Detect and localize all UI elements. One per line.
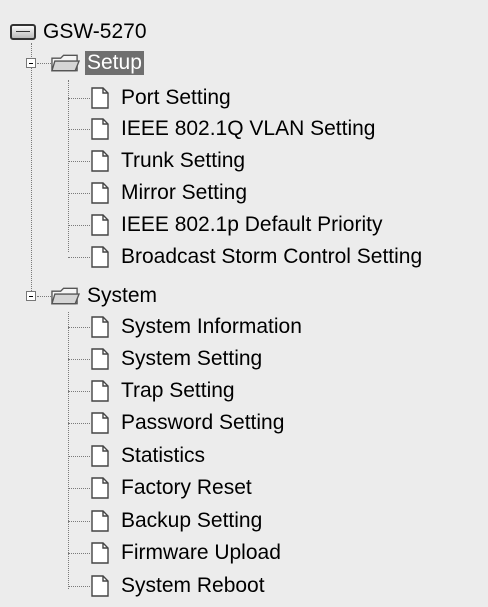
item-branch-line (68, 553, 90, 554)
tree-item-label: Password Setting (121, 411, 285, 434)
tree-item-label: Statistics (121, 444, 206, 467)
setup-children-line (68, 80, 69, 252)
tree-item-label: System Information (121, 315, 302, 338)
document-icon (91, 575, 109, 597)
tree-root-node[interactable]: GSW-5270 (10, 18, 149, 46)
item-branch-line (68, 456, 90, 457)
navigation-tree-panel: GSW-5270 Setup Port Setting IEEE 802.1Q … (0, 0, 488, 607)
item-branch-line (68, 98, 90, 99)
document-icon (91, 477, 109, 499)
tree-item-label: System Setting (121, 347, 263, 370)
tree-item-label: Firmware Upload (121, 541, 281, 564)
tree-item-broadcast-storm-control-setting[interactable]: Broadcast Storm Control Setting (91, 243, 424, 271)
document-icon (91, 380, 109, 402)
tree-item-label: Trap Setting (121, 379, 235, 402)
tree-item-backup-setting[interactable]: Backup Setting (91, 507, 264, 535)
system-collapse-minus-icon[interactable] (26, 291, 36, 301)
folder-open-icon (51, 287, 80, 305)
setup-branch-line (37, 63, 51, 64)
tree-item-trunk-setting[interactable]: Trunk Setting (91, 147, 247, 175)
document-icon (91, 118, 109, 140)
tree-group-label: Setup (85, 51, 144, 75)
tree-item-label: System Reboot (121, 574, 265, 597)
tree-item-label: IEEE 802.1Q VLAN Setting (121, 117, 376, 140)
tree-item-label: IEEE 802.1p Default Priority (121, 213, 383, 236)
tree-item-trap-setting[interactable]: Trap Setting (91, 377, 237, 405)
tree-item-statistics[interactable]: Statistics (91, 442, 207, 470)
tree-root-label: GSW-5270 (43, 20, 147, 43)
document-icon (91, 214, 109, 236)
document-icon (91, 150, 109, 172)
item-branch-line (68, 391, 90, 392)
tree-item-label: Mirror Setting (121, 181, 248, 204)
tree-item-firmware-upload[interactable]: Firmware Upload (91, 539, 283, 567)
folder-open-icon (51, 54, 80, 72)
item-branch-line (68, 359, 90, 360)
tree-item-label: Factory Reset (121, 476, 252, 499)
item-branch-line (68, 129, 90, 130)
item-branch-line (68, 257, 90, 258)
tree-item-ieee-8021p-default-priority[interactable]: IEEE 802.1p Default Priority (91, 211, 384, 239)
item-branch-line (68, 161, 90, 162)
tree-item-ieee-8021q-vlan-setting[interactable]: IEEE 802.1Q VLAN Setting (91, 115, 377, 143)
document-icon (91, 348, 109, 370)
item-branch-line (68, 521, 90, 522)
tree-group-setup[interactable]: Setup (51, 49, 144, 77)
tree-item-mirror-setting[interactable]: Mirror Setting (91, 179, 249, 207)
item-branch-line (68, 327, 90, 328)
tree-item-system-setting[interactable]: System Setting (91, 345, 264, 373)
tree-item-system-reboot[interactable]: System Reboot (91, 572, 267, 600)
root-tree-line (31, 43, 32, 299)
document-icon (91, 246, 109, 268)
setup-collapse-minus-icon[interactable] (26, 58, 36, 68)
document-icon (91, 412, 109, 434)
tree-item-port-setting[interactable]: Port Setting (91, 84, 233, 112)
document-icon (91, 182, 109, 204)
document-icon (91, 316, 109, 338)
tree-item-label: Port Setting (121, 86, 231, 109)
item-branch-line (68, 193, 90, 194)
system-branch-line (37, 296, 51, 297)
item-branch-line (68, 586, 90, 587)
tree-item-factory-reset[interactable]: Factory Reset (91, 474, 254, 502)
document-icon (91, 510, 109, 532)
document-icon (91, 542, 109, 564)
tree-item-password-setting[interactable]: Password Setting (91, 409, 286, 437)
item-branch-line (68, 225, 90, 226)
item-branch-line (68, 423, 90, 424)
tree-item-label: Broadcast Storm Control Setting (121, 245, 423, 268)
item-branch-line (68, 488, 90, 489)
drive-icon (10, 24, 36, 40)
tree-item-label: Backup Setting (121, 509, 263, 532)
tree-group-system[interactable]: System (51, 282, 159, 310)
system-children-line (68, 312, 69, 589)
tree-group-label: System (87, 284, 158, 307)
document-icon (91, 445, 109, 467)
tree-item-label: Trunk Setting (121, 149, 246, 172)
tree-item-system-information[interactable]: System Information (91, 313, 304, 341)
document-icon (91, 87, 109, 109)
